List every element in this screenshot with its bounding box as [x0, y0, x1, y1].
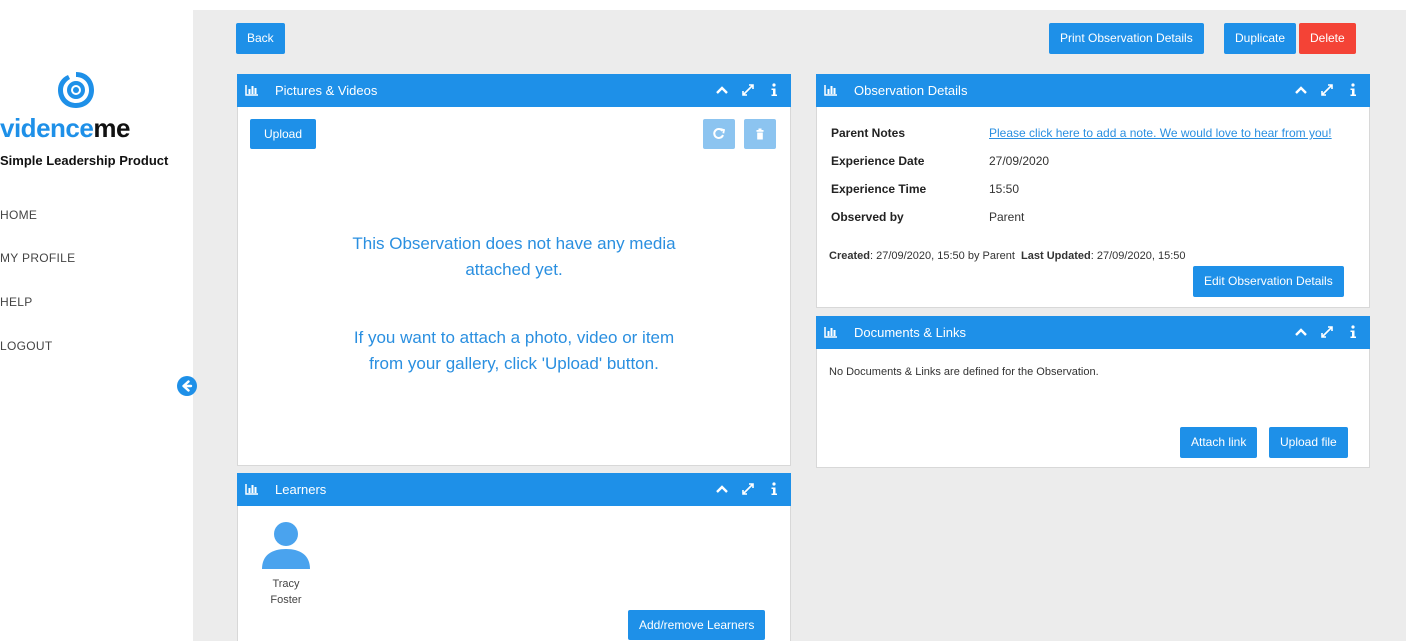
arrow-left-circle-icon [182, 380, 193, 392]
media-empty-message-1: This Observation does not have any media… [238, 231, 790, 283]
experience-date-value: 27/09/2020 [989, 154, 1050, 168]
media-empty-line-3: If you want to attach a photo, video or … [353, 328, 675, 347]
learners-panel: Learners Tracy Foster Add/remove Learner… [237, 473, 791, 641]
learners-panel-title: Learners [275, 482, 327, 497]
experience-time-value: 15:50 [989, 182, 1020, 196]
details-panel-tools [1294, 83, 1360, 99]
duplicate-button[interactable]: Duplicate [1224, 23, 1297, 54]
sidebar: videnceme Simple Leadership Product HOME… [0, 0, 193, 641]
brand-tagline: Simple Leadership Product [0, 153, 169, 168]
docs-panel-tools [1294, 325, 1360, 341]
print-observation-button[interactable]: Print Observation Details [1049, 23, 1204, 54]
docs-empty-message: No Documents & Links are defined for the… [829, 366, 1099, 378]
back-button[interactable]: Back [236, 23, 285, 54]
info-icon[interactable] [1346, 325, 1360, 339]
brand-text-part2: me [93, 113, 130, 143]
refresh-icon [713, 128, 726, 139]
chevron-up-icon[interactable] [715, 83, 729, 97]
nav-logout[interactable]: LOGOUT [0, 339, 52, 353]
media-panel-header: Pictures & Videos [237, 74, 791, 107]
observed-by-value: Parent [989, 210, 1025, 224]
updated-value: : 27/09/2020, 15:50 [1090, 250, 1186, 262]
info-icon[interactable] [767, 83, 781, 97]
nav-help[interactable]: HELP [0, 295, 33, 309]
collapse-sidebar-button[interactable] [177, 376, 197, 396]
brand-text-part1: vidence [0, 113, 94, 143]
learner-name: Tracy Foster [260, 576, 312, 608]
info-icon[interactable] [767, 482, 781, 496]
experience-time-label: Experience Time [831, 182, 927, 196]
expand-icon[interactable] [741, 83, 755, 97]
expand-icon[interactable] [741, 482, 755, 496]
info-icon[interactable] [1346, 83, 1360, 97]
details-panel-header: Observation Details [816, 74, 1370, 107]
created-label: Created [829, 250, 870, 262]
add-remove-learners-button[interactable]: Add/remove Learners [628, 610, 766, 640]
media-panel-tools [715, 83, 781, 99]
user-avatar-icon [262, 522, 310, 569]
created-updated-line: Created: 27/09/2020, 15:50 by Parent Las… [829, 250, 1186, 262]
delete-button[interactable]: Delete [1299, 23, 1356, 54]
media-panel-title: Pictures & Videos [275, 83, 378, 98]
learner-first-name: Tracy [272, 578, 300, 590]
experience-date-label: Experience Date [831, 154, 925, 168]
edit-observation-button[interactable]: Edit Observation Details [1193, 266, 1344, 297]
media-empty-line-2: attached yet. [465, 260, 563, 279]
learners-panel-tools [715, 482, 781, 498]
updated-label: Last Updated [1021, 250, 1091, 262]
bar-chart-icon [245, 484, 258, 495]
observation-details-panel: Observation Details Parent Notes Please … [816, 74, 1370, 308]
docs-panel-header: Documents & Links [816, 316, 1370, 349]
chevron-up-icon[interactable] [715, 482, 729, 496]
documents-links-panel: Documents & Links No Documents & Links a… [816, 316, 1370, 468]
media-upload-button[interactable]: Upload [250, 119, 317, 149]
main-content: Back Print Observation Details Duplicate… [193, 10, 1406, 641]
chevron-up-icon[interactable] [1294, 83, 1308, 97]
trash-icon [756, 128, 764, 140]
nav-home[interactable]: HOME [0, 208, 37, 222]
learner-last-name: Foster [270, 594, 302, 606]
chevron-up-icon[interactable] [1294, 325, 1308, 339]
logo-eye-icon [58, 72, 94, 108]
media-delete-button[interactable] [744, 119, 776, 149]
expand-icon[interactable] [1320, 83, 1334, 97]
observed-by-label: Observed by [831, 210, 904, 224]
brand-logo-text: videnceme [0, 113, 130, 144]
learners-panel-header: Learners [237, 473, 791, 506]
attach-link-button[interactable]: Attach link [1180, 427, 1258, 458]
nav-my-profile[interactable]: MY PROFILE [0, 251, 75, 265]
media-refresh-button[interactable] [703, 119, 735, 149]
learner-card[interactable]: Tracy Foster [260, 519, 312, 608]
upload-file-button[interactable]: Upload file [1269, 427, 1348, 458]
bar-chart-icon [245, 85, 258, 96]
parent-notes-link[interactable]: Please click here to add a note. We woul… [989, 126, 1332, 140]
bar-chart-icon [824, 327, 837, 338]
media-empty-line-1: This Observation does not have any media [352, 234, 676, 253]
bar-chart-icon [824, 85, 837, 96]
created-value: : 27/09/2020, 15:50 by Parent [869, 250, 1015, 262]
details-panel-title: Observation Details [854, 83, 968, 98]
media-empty-message-2: If you want to attach a photo, video or … [238, 325, 790, 377]
docs-panel-title: Documents & Links [854, 325, 966, 340]
media-panel: Pictures & Videos Upload This Observatio… [237, 74, 791, 466]
parent-notes-label: Parent Notes [831, 126, 906, 140]
media-empty-line-4: from your gallery, click 'Upload' button… [369, 354, 659, 373]
expand-icon[interactable] [1320, 325, 1334, 339]
